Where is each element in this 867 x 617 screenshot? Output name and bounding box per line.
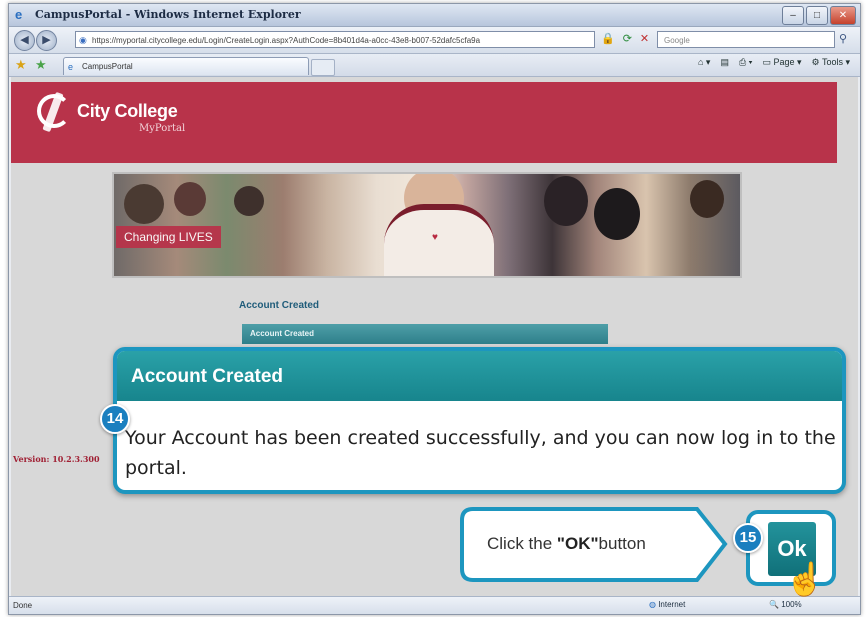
callout-text: Click the "OK"button: [487, 534, 646, 554]
section-bar: Account Created: [242, 324, 608, 344]
search-input[interactable]: Google: [657, 31, 835, 48]
dialog-title: Account Created: [131, 366, 284, 387]
zoom-icon: 🔍: [769, 600, 782, 609]
command-bar: ⌂ ▾ ▤ ⎙ ▾ ▭ Page ▾ ⚙ Tools ▾: [698, 57, 850, 68]
page-menu[interactable]: ▭ Page ▾: [762, 57, 801, 68]
page-content: City College MyPortal ♥ Changing LIVES A…: [11, 77, 858, 596]
callout-text-prefix: Click the: [487, 534, 557, 553]
callout-text-bold: "OK": [556, 534, 599, 553]
photo-person-3: [234, 186, 264, 216]
section-heading: Account Created: [239, 300, 320, 311]
photo-person-5: [544, 176, 588, 226]
favorites-star-icon[interactable]: ★: [15, 57, 27, 73]
logo-subtitle: MyPortal: [139, 123, 186, 134]
zoom-label: 100%: [781, 600, 802, 609]
logo-title: City College: [77, 101, 178, 121]
dialog-message-line1: Your Account has been created successful…: [125, 427, 836, 449]
title-bar: e CampusPortal - Windows Internet Explor…: [9, 4, 860, 27]
banner-photo: ♥ Changing LIVES: [112, 172, 742, 278]
gear-icon: ⚙: [811, 57, 822, 67]
zone-label: Internet: [658, 600, 686, 609]
tools-menu-label: Tools: [821, 57, 843, 67]
tools-menu[interactable]: ⚙ Tools ▾: [812, 57, 850, 68]
photo-person-6: [594, 188, 640, 240]
feeds-icon[interactable]: ▤: [720, 57, 729, 68]
back-button[interactable]: ◀: [14, 30, 35, 51]
photo-person-2: [174, 182, 206, 216]
refresh-icon[interactable]: ⟳: [623, 32, 632, 45]
dialog-message: Your Account has been created successful…: [125, 423, 842, 483]
step-badge-15: 15: [733, 523, 763, 553]
page-menu-label: Page: [773, 57, 795, 67]
maximize-button[interactable]: □: [806, 6, 828, 25]
url-field[interactable]: ◉ https://myportal.citycollege.edu/Login…: [75, 31, 595, 48]
photo-person-1: [124, 184, 164, 224]
new-tab-button[interactable]: [311, 59, 335, 76]
lock-icon[interactable]: 🔒: [601, 32, 615, 45]
city-college-logo-icon: [37, 94, 71, 128]
search-icon[interactable]: ⚲: [839, 32, 847, 45]
page-icon-cmd: ▭: [762, 57, 774, 67]
banner-tagline: Changing LIVES: [116, 226, 221, 248]
zoom-level[interactable]: 🔍 100%: [769, 600, 802, 609]
page-icon: ◉: [79, 35, 87, 45]
tab-page-icon: e: [68, 62, 74, 72]
version-label: Version: 10.2.3.300: [13, 454, 100, 464]
callout-text-suffix: button: [598, 534, 646, 553]
tab-label: CampusPortal: [82, 62, 133, 71]
tab-bar: ★ ★ e CampusPortal ⌂ ▾ ▤ ⎙ ▾ ▭ Page ▾ ⚙ …: [9, 54, 860, 77]
account-created-dialog: Account Created Your Account has been cr…: [113, 347, 846, 494]
photo-person-7: [690, 180, 724, 218]
dialog-message-line2: portal.: [125, 457, 187, 479]
window-controls: – □ ✕: [782, 6, 856, 25]
photo-shirt: [384, 204, 494, 276]
stop-icon[interactable]: ✕: [640, 32, 649, 45]
address-icons: 🔒 ⟳ ✕: [601, 32, 649, 45]
minimize-button[interactable]: –: [782, 6, 804, 25]
status-bar: Done ◍ Internet 🔍 100%: [9, 596, 860, 614]
tab-campusportal[interactable]: e CampusPortal: [63, 57, 309, 75]
status-text: Done: [13, 601, 33, 610]
hand-cursor-icon: ☝: [785, 561, 825, 597]
browser-window: e CampusPortal - Windows Internet Explor…: [8, 3, 861, 615]
close-button[interactable]: ✕: [830, 6, 856, 25]
forward-button[interactable]: ▶: [36, 30, 57, 51]
url-text: https://myportal.citycollege.edu/Login/C…: [92, 36, 481, 45]
ie-logo-icon: e: [15, 7, 23, 22]
home-icon[interactable]: ⌂ ▾: [698, 57, 710, 68]
window-title: CampusPortal - Windows Internet Explorer: [35, 8, 301, 21]
step-badge-14: 14: [100, 404, 130, 434]
add-favorites-icon[interactable]: ★: [35, 57, 47, 73]
site-banner: City College MyPortal: [11, 82, 837, 163]
dialog-header: Account Created: [117, 351, 842, 401]
instruction-callout: Click the "OK"button: [459, 506, 729, 583]
address-bar: ◀ ▶ ◉ https://myportal.citycollege.edu/L…: [9, 27, 860, 54]
security-zone: ◍ Internet: [649, 600, 685, 609]
print-icon[interactable]: ⎙ ▾: [739, 57, 752, 68]
globe-icon: ◍: [649, 600, 659, 609]
heart-icon: ♥: [432, 232, 438, 243]
